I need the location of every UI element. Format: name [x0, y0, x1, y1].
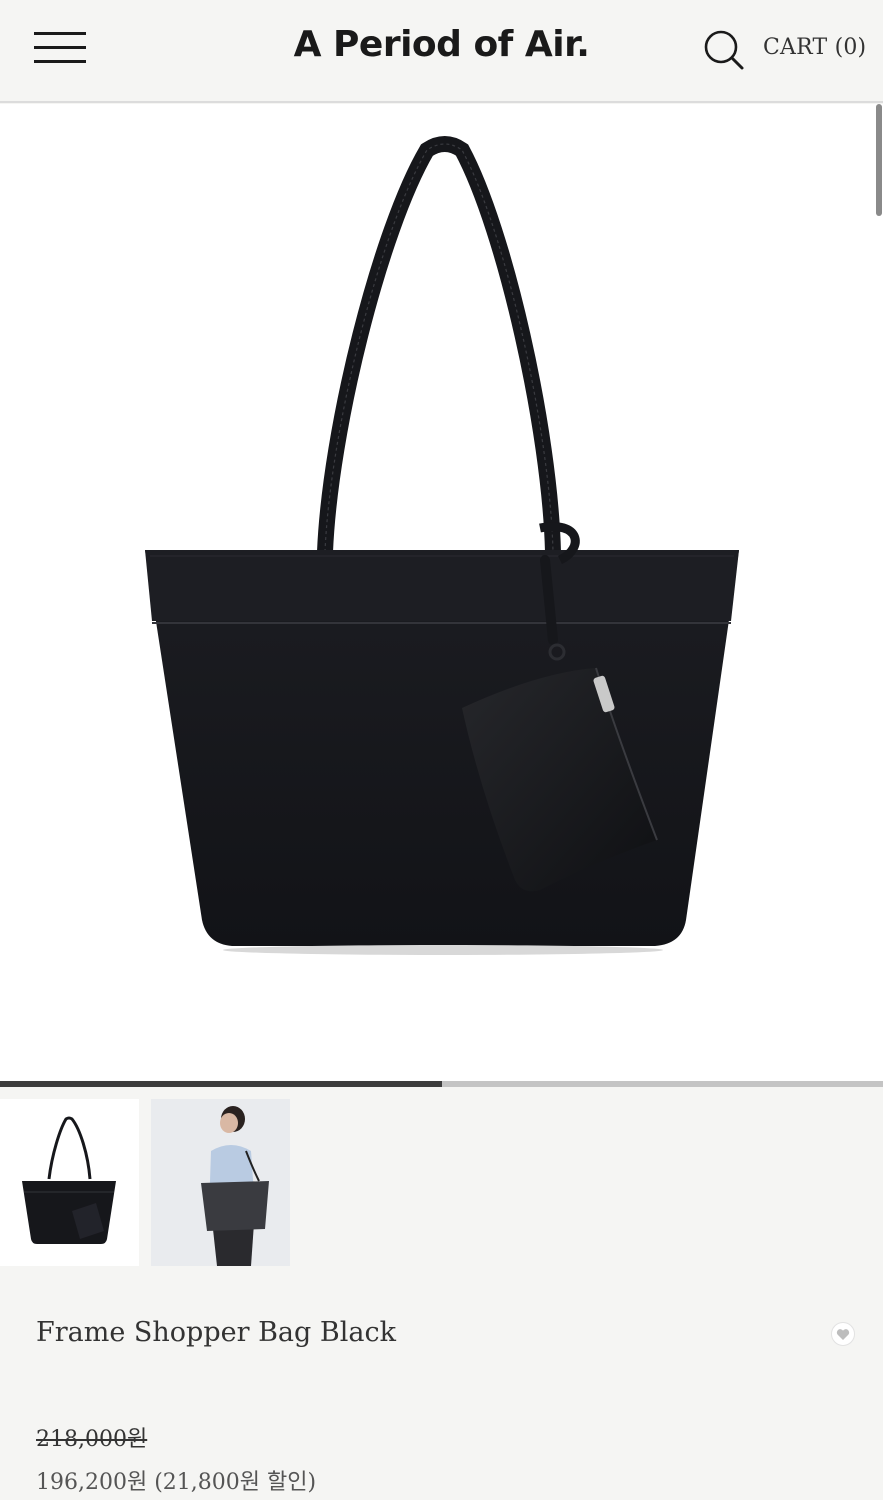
search-icon[interactable]: [702, 28, 746, 72]
model-thumbnail-image: [151, 1099, 290, 1266]
gallery-progress-bar: [0, 1081, 883, 1087]
cart-link[interactable]: CART (0): [763, 35, 866, 60]
tote-bag-thumbnail-image: [22, 1116, 116, 1244]
brand-logo[interactable]: A Period of Air.: [294, 24, 590, 65]
brand-logo-container: A Period of Air.: [0, 24, 883, 65]
wishlist-button[interactable]: [831, 1322, 855, 1346]
sale-price: 196,200원 (21,800원 할인): [36, 1470, 317, 1495]
original-price: 218,000원: [36, 1427, 148, 1452]
gallery-progress-fill: [0, 1081, 442, 1087]
tote-bag-image: [145, 136, 739, 955]
page-scrollbar[interactable]: [876, 104, 882, 216]
thumbnail-model[interactable]: [151, 1099, 290, 1266]
hamburger-menu-icon[interactable]: [34, 30, 88, 66]
product-title: Frame Shopper Bag Black: [36, 1317, 396, 1348]
product-main-image[interactable]: [0, 104, 883, 1082]
thumbnail-product[interactable]: [0, 1099, 139, 1266]
heart-icon: [836, 1328, 850, 1340]
site-header: A Period of Air. CART (0): [0, 0, 883, 103]
